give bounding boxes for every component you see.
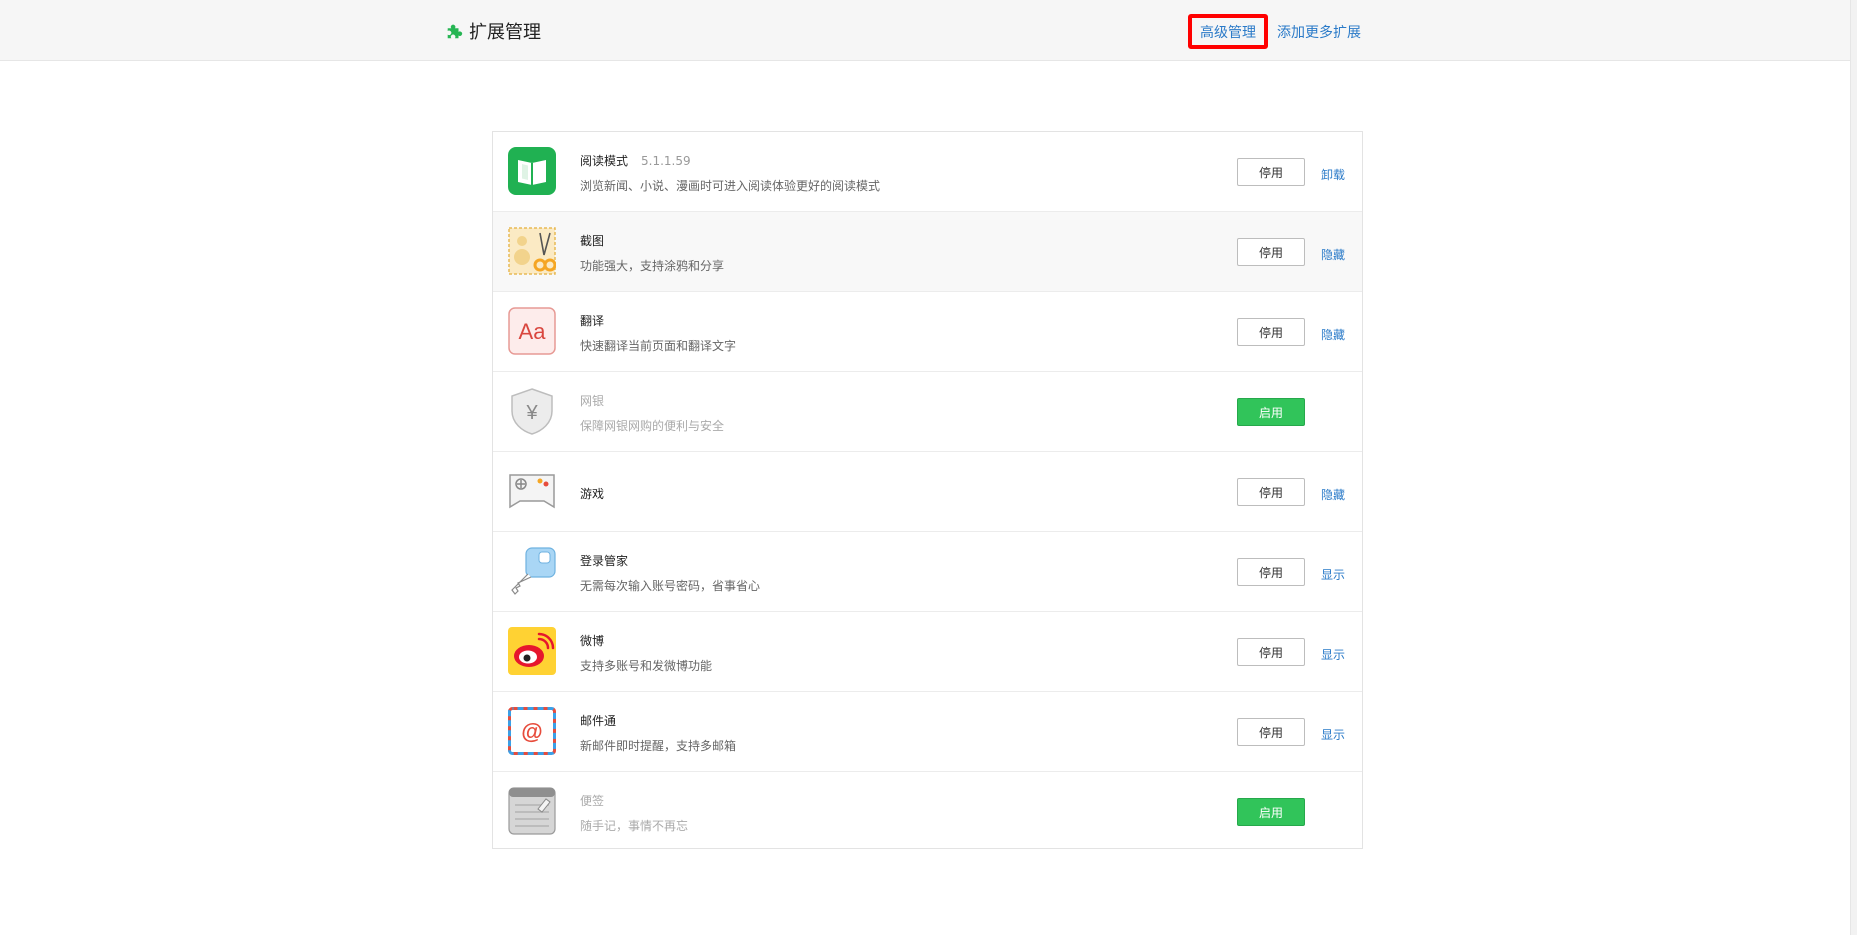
extension-row-games: 游戏 停用 隐藏 <box>493 452 1362 532</box>
extension-name: 翻译 <box>580 314 605 328</box>
hide-link[interactable]: 隐藏 <box>1321 326 1345 343</box>
translate-icon: Aa <box>508 307 556 355</box>
disable-button[interactable]: 停用 <box>1237 718 1305 746</box>
extension-description: 保障网银网购的便利与安全 <box>580 419 725 433</box>
extension-name: 邮件通 <box>580 714 617 728</box>
extension-name: 游戏 <box>580 487 605 501</box>
extension-name: 截图 <box>580 234 605 248</box>
enable-button[interactable]: 启用 <box>1237 398 1305 426</box>
uninstall-link[interactable]: 卸载 <box>1321 166 1345 183</box>
extension-row-reading-mode: 阅读模式 5.1.1.59 浏览新闻、小说、漫画时可进入阅读体验更好的阅读模式 … <box>493 132 1362 212</box>
extension-description: 功能强大，支持涂鸦和分享 <box>580 259 725 273</box>
extension-description: 新邮件即时提醒，支持多邮箱 <box>580 739 737 753</box>
gamepad-icon <box>509 474 555 509</box>
extension-description: 随手记，事情不再忘 <box>580 819 689 833</box>
top-bar: 扩展管理 高级管理 添加更多扩展 <box>0 0 1857 61</box>
disable-button[interactable]: 停用 <box>1237 318 1305 346</box>
extension-row-screenshot: 截图 功能强大，支持涂鸦和分享 停用 隐藏 <box>493 212 1362 292</box>
extension-name: 便签 <box>580 794 605 808</box>
extension-name: 登录管家 <box>580 554 629 568</box>
puzzle-icon <box>447 24 463 39</box>
weibo-icon <box>508 627 556 675</box>
disable-button[interactable]: 停用 <box>1237 558 1305 586</box>
extension-row-mail: @ 邮件通 新邮件即时提醒，支持多邮箱 停用 显示 <box>493 692 1362 772</box>
reading-mode-icon <box>508 147 556 195</box>
extension-row-translate: Aa 翻译 快速翻译当前页面和翻译文字 停用 隐藏 <box>493 292 1362 372</box>
extension-name: 网银 <box>580 394 605 408</box>
mail-icon: @ <box>508 707 556 755</box>
page-header: 扩展管理 <box>445 18 541 44</box>
scrollbar[interactable] <box>1850 0 1857 935</box>
hide-link[interactable]: 隐藏 <box>1321 486 1345 503</box>
enable-button[interactable]: 启用 <box>1237 798 1305 826</box>
disable-button[interactable]: 停用 <box>1237 158 1305 186</box>
extension-description: 浏览新闻、小说、漫画时可进入阅读体验更好的阅读模式 <box>580 179 881 193</box>
disable-button[interactable]: 停用 <box>1237 238 1305 266</box>
svg-text:@: @ <box>521 719 542 744</box>
extension-row-online-banking: ¥ 网银 保障网银网购的便利与安全 启用 <box>493 372 1362 452</box>
hide-link[interactable]: 隐藏 <box>1321 246 1345 263</box>
bank-shield-icon: ¥ <box>511 388 553 435</box>
extension-description: 无需每次输入账号密码，省事省心 <box>580 579 761 593</box>
svg-text:¥: ¥ <box>525 402 538 424</box>
extension-name: 阅读模式 <box>580 154 629 168</box>
key-icon <box>511 547 556 595</box>
extension-list: 阅读模式 5.1.1.59 浏览新闻、小说、漫画时可进入阅读体验更好的阅读模式 … <box>492 131 1363 849</box>
extension-row-notes: 便签 随手记，事情不再忘 启用 <box>493 772 1362 851</box>
screenshot-icon <box>508 227 556 275</box>
extension-row-weibo: 微博 支持多账号和发微博功能 停用 显示 <box>493 612 1362 692</box>
svg-text:Aa: Aa <box>519 319 547 344</box>
extension-name: 微博 <box>580 634 605 648</box>
extension-version: 5.1.1.59 <box>641 154 691 168</box>
extension-description: 快速翻译当前页面和翻译文字 <box>580 339 737 353</box>
extension-row-login-manager: 登录管家 无需每次输入账号密码，省事省心 停用 显示 <box>493 532 1362 612</box>
add-more-extensions-link[interactable]: 添加更多扩展 <box>1277 22 1361 42</box>
disable-button[interactable]: 停用 <box>1237 478 1305 506</box>
advanced-manage-button[interactable]: 高级管理 <box>1188 14 1268 49</box>
show-link[interactable]: 显示 <box>1321 646 1345 663</box>
extension-description: 支持多账号和发微博功能 <box>580 659 713 673</box>
show-link[interactable]: 显示 <box>1321 726 1345 743</box>
notepad-icon <box>508 787 556 835</box>
disable-button[interactable]: 停用 <box>1237 638 1305 666</box>
page-title: 扩展管理 <box>469 22 541 43</box>
show-link[interactable]: 显示 <box>1321 566 1345 583</box>
